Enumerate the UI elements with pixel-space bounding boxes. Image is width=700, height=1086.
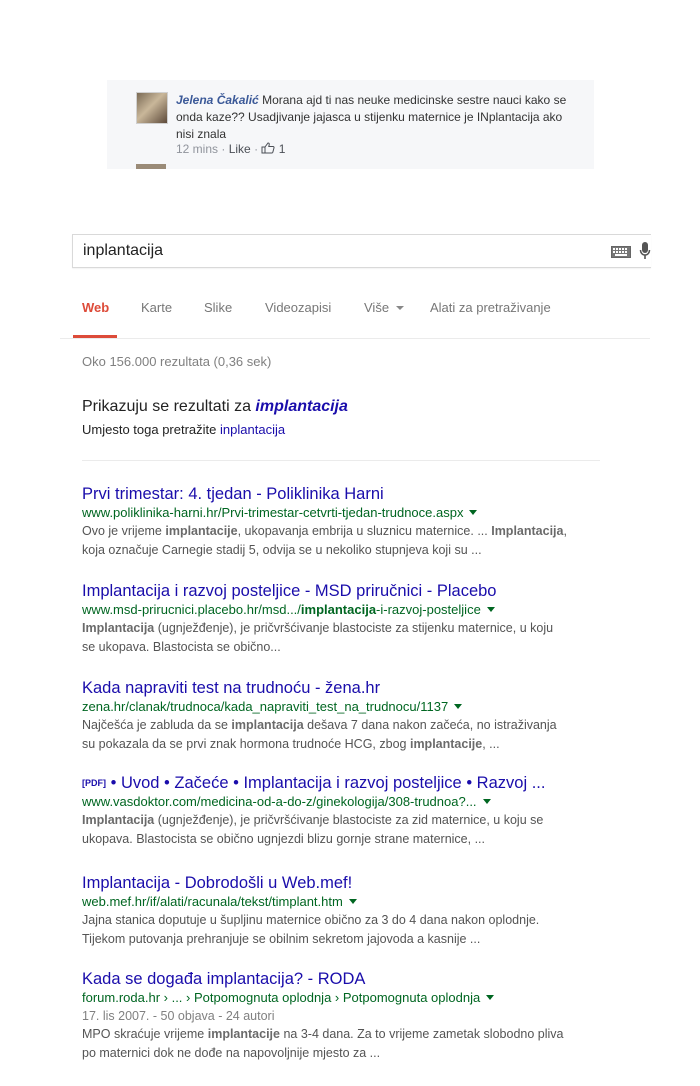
result-title-row: [PDF] • Uvod • Začeće • Implantacija i r…	[82, 773, 602, 793]
like-link[interactable]: Like	[229, 142, 251, 156]
snippet-line: Tijekom putovanja prehranjuje se obilnim…	[82, 932, 481, 946]
snippet-line: se ukopava. Blastocista se obično...	[82, 640, 281, 654]
tab-vise[interactable]: Više	[364, 300, 404, 315]
result-url: web.mef.hr/if/alati/racunala/tekst/timpl…	[82, 893, 602, 911]
keyboard-icon[interactable]	[611, 245, 631, 258]
dropdown-arrow-icon[interactable]	[486, 995, 495, 1000]
comment-time[interactable]: 12 mins	[176, 142, 218, 156]
snippet-text: na 3-4 dana. Za to vrijeme zametak slobo…	[279, 1027, 564, 1041]
meta-separator-2: ·	[254, 142, 259, 156]
snippet-highlight: Implantacija	[82, 621, 155, 635]
result-url: www.vasdoktor.com/medicina-od-a-do-z/gin…	[82, 793, 602, 811]
snippet-highlight: implantacija	[231, 718, 304, 732]
result-title[interactable]: Implantacija i razvoj posteljice - MSD p…	[82, 582, 496, 600]
result-title[interactable]: Kada napraviti test na trudnoću - žena.h…	[82, 679, 380, 697]
result-snippet: Jajna stanica doputuje u šupljinu matern…	[82, 911, 602, 949]
chevron-down-icon	[395, 306, 404, 310]
result-snippet: Implantacija (ugnježđenje), je pričvršći…	[82, 619, 602, 657]
corrected-query-link[interactable]: implantacija	[255, 398, 347, 415]
result-url-text: web.mef.hr/if/alati/racunala/tekst/timpl…	[82, 894, 343, 909]
tabs-divider	[60, 338, 650, 339]
snippet-highlight: Implantacija	[82, 813, 155, 827]
divider	[82, 460, 600, 461]
result-title[interactable]: Kada se događa implantacija? - RODA	[82, 970, 365, 988]
result-snippet: Najčešća je zabluda da se implantacija d…	[82, 716, 602, 754]
snippet-text: (ugnježđenje), je pričvršćivanje blastoc…	[154, 621, 554, 635]
search-result: Implantacija i razvoj posteljice - MSD p…	[82, 581, 602, 657]
snippet-line: ukopava. Blastocista se obično ugnjezdi …	[82, 832, 486, 846]
snippet-text: Najčešća je zabluda da se	[82, 718, 232, 732]
result-url-text: -i-razvoj-posteljice	[376, 602, 481, 617]
search-result: Prvi trimestar: 4. tjedan - Poliklinika …	[82, 484, 602, 560]
result-snippet: MPO skraćuje vrijeme implantacije na 3-4…	[82, 1025, 602, 1063]
search-box[interactable]	[72, 234, 651, 268]
search-result: Kada se događa implantacija? - RODA foru…	[82, 969, 602, 1063]
result-title[interactable]: Implantacija - Dobrodošli u Web.mef!	[82, 874, 352, 892]
thumbs-up-icon[interactable]	[261, 142, 275, 156]
search-instead: Umjesto toga pretražite inplantacija	[82, 422, 285, 437]
dropdown-arrow-icon[interactable]	[348, 899, 357, 904]
result-url: forum.roda.hr › ... › Potpomognuta oplod…	[82, 989, 602, 1007]
search-result: Kada napraviti test na trudnoću - žena.h…	[82, 678, 602, 754]
result-url-text: www.poliklinika-harni.hr/Prvi-trimestar-…	[82, 505, 464, 520]
snippet-text: dešava 7 dana nakon začeća, no istraživa…	[303, 718, 557, 732]
snippet-text: su pokazala da se prvi znak hormona trud…	[82, 737, 410, 751]
snippet-text: Ovo je vrijeme	[82, 524, 166, 538]
snippet-highlight: implantacije	[409, 737, 483, 751]
dropdown-arrow-icon[interactable]	[454, 704, 463, 709]
snippet-text: , ...	[482, 737, 500, 751]
tab-karte[interactable]: Karte	[141, 300, 172, 315]
result-url: www.msd-prirucnici.placebo.hr/msd.../imp…	[82, 601, 602, 619]
comment-author[interactable]: Jelena Čakalić	[176, 93, 259, 107]
dropdown-arrow-icon[interactable]	[486, 607, 495, 612]
snippet-line: Jajna stanica doputuje u šupljinu matern…	[82, 913, 540, 927]
result-meta: 17. lis 2007. - 50 objava - 24 autori	[82, 1009, 275, 1023]
tab-vise-label: Više	[364, 300, 390, 315]
snippet-text: MPO skraćuje vrijeme	[82, 1027, 208, 1041]
search-result: Implantacija - Dobrodošli u Web.mef! web…	[82, 873, 602, 949]
showing-prefix: Prikazuju se rezultati za	[82, 398, 251, 415]
tab-alati[interactable]: Alati za pretraživanje	[430, 300, 551, 315]
search-input[interactable]	[83, 235, 583, 267]
comment-body: Jelena Čakalić Morana ajd ti nas neuke m…	[176, 92, 576, 143]
snippet-highlight: implantacije	[165, 524, 238, 538]
spelling-correction: Prikazuju se rezultati za implantacija	[82, 398, 348, 416]
result-snippet: Implantacija (ugnježđenje), je pričvršći…	[82, 811, 602, 849]
result-url-highlight: implantacija	[300, 602, 377, 617]
result-snippet: Ovo je vrijeme implantacije, ukopavanja …	[82, 522, 602, 560]
instead-prefix: Umjesto toga pretražite	[82, 422, 217, 437]
result-url-text: zena.hr/clanak/trudnoca/kada_napraviti_t…	[82, 699, 449, 714]
snippet-highlight: Implantacija	[491, 524, 564, 538]
next-avatar	[136, 164, 166, 169]
snippet-text: ,	[563, 524, 567, 538]
result-url-text: forum.roda.hr › ... › Potpomognuta oplod…	[82, 990, 481, 1005]
meta-separator: ·	[221, 142, 226, 156]
comment-meta: 12 mins · Like · 1	[176, 142, 285, 156]
snippet-highlight: implantacije	[207, 1027, 280, 1041]
tab-videozapisi[interactable]: Videozapisi	[265, 300, 331, 315]
result-url: www.poliklinika-harni.hr/Prvi-trimestar-…	[82, 504, 602, 522]
snippet-text: , ukopavanja embrija u sluznicu maternic…	[237, 524, 492, 538]
facebook-comment: Jelena Čakalić Morana ajd ti nas neuke m…	[107, 80, 594, 169]
dropdown-arrow-icon[interactable]	[482, 799, 491, 804]
dropdown-arrow-icon[interactable]	[469, 510, 478, 515]
tab-slike[interactable]: Slike	[204, 300, 232, 315]
avatar[interactable]	[136, 92, 168, 124]
result-url: zena.hr/clanak/trudnoca/kada_napraviti_t…	[82, 698, 602, 716]
original-query-link[interactable]: inplantacija	[220, 422, 285, 437]
search-result: [PDF] • Uvod • Začeće • Implantacija i r…	[82, 773, 602, 849]
result-url-text: www.msd-prirucnici.placebo.hr/msd.../	[82, 602, 301, 617]
result-title[interactable]: • Uvod • Začeće • Implantacija i razvoj …	[111, 774, 546, 792]
like-count: 1	[278, 142, 286, 156]
tab-web[interactable]: Web	[82, 300, 109, 315]
snippet-text: (ugnježđenje), je pričvršćivanje blastoc…	[154, 813, 544, 827]
microphone-icon[interactable]	[639, 241, 651, 261]
result-title[interactable]: Prvi trimestar: 4. tjedan - Poliklinika …	[82, 485, 384, 503]
snippet-line: po maternici dok ne dođe na napovoljnije…	[82, 1046, 381, 1060]
snippet-line: koja označuje Carnegie stadij 5, odvija …	[82, 543, 482, 557]
result-stats: Oko 156.000 rezultata (0,36 sek)	[82, 354, 272, 369]
result-url-text: www.vasdoktor.com/medicina-od-a-do-z/gin…	[82, 794, 477, 809]
pdf-badge: [PDF]	[82, 778, 106, 788]
